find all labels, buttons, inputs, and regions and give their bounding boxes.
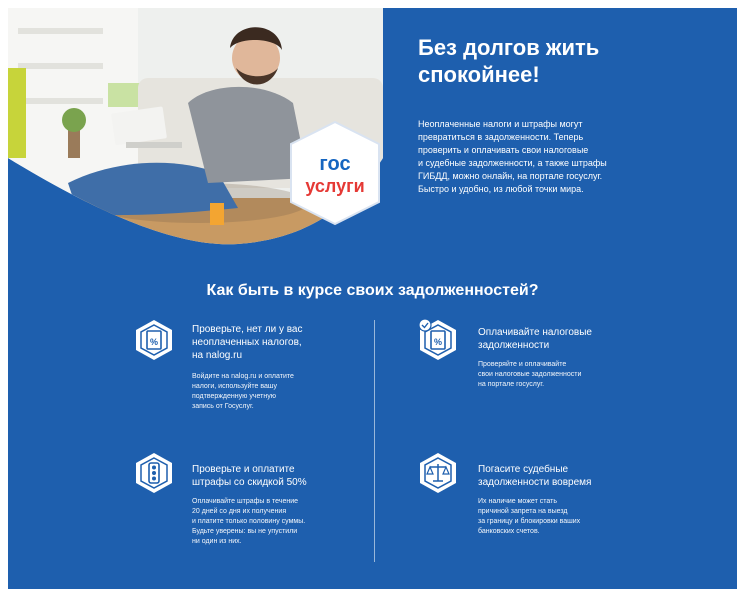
intro-line: и судебные задолженности, а также штрафы	[418, 158, 607, 168]
intro-line: Неоплаченные налоги и штрафы могут	[418, 119, 583, 129]
feature-text: Оплачивайте штрафы в течение 20 дней со …	[192, 498, 306, 545]
intro-text: Неоплаченные налоги и штрафы могут превр…	[418, 118, 678, 196]
feature-pay-fines: Проверьте и оплатите штрафы со скидкой 5…	[132, 451, 362, 571]
intro-line: Быстро и удобно, из любой точки мира.	[418, 184, 584, 194]
svg-text:%: %	[150, 337, 158, 347]
promo-banner: гос услуги Без долгов жить спокойнее! Не…	[8, 8, 737, 589]
feature-title: Оплачивайте налоговые задолженности	[478, 327, 592, 351]
traffic-light-icon	[136, 453, 172, 493]
feature-title: Проверьте, нет ли у вас неоплаченных нал…	[192, 324, 303, 361]
feature-check-taxes: % Проверьте, нет ли у вас неоплаченных н…	[132, 318, 362, 428]
intro-line: ГИБДД, можно онлайн, на портале госуслуг…	[418, 171, 603, 181]
document-percent-icon: %	[136, 320, 172, 360]
intro-line: превратиться в задолженности. Теперь	[418, 132, 584, 142]
column-divider	[374, 320, 375, 562]
scales-icon	[420, 453, 456, 493]
headline-line-1: Без долгов жить	[418, 35, 600, 60]
headline-line-2: спокойнее!	[418, 62, 540, 87]
feature-text: Их наличие может стать причиной запрета …	[478, 498, 581, 535]
svg-text:%: %	[434, 337, 442, 347]
section-title: Как быть в курсе своих задолженностей?	[206, 282, 539, 299]
feature-text: Проверяйте и оплачивайте свои налоговые …	[478, 361, 582, 388]
feature-title: Погасите судебные задолженности вовремя	[478, 464, 592, 488]
feature-court-debts: Погасите судебные задолженности вовремя …	[416, 451, 676, 561]
feature-text: Войдите на nalog.ru и оплатите налоги, и…	[192, 373, 294, 410]
svg-text:услуги: услуги	[305, 176, 364, 196]
intro-line: проверить и оплачивать свои налоговые	[418, 145, 589, 155]
gosuslugi-logo: гос услуги	[290, 120, 380, 226]
feature-pay-tax-debts: % Оплачивайте налоговые задолженности Пр…	[416, 318, 676, 428]
headline: Без долгов жить спокойнее!	[418, 34, 718, 88]
feature-title: Проверьте и оплатите штрафы со скидкой 5…	[192, 464, 307, 488]
svg-text:гос: гос	[319, 153, 350, 175]
document-percent-check-icon: %	[418, 318, 456, 360]
